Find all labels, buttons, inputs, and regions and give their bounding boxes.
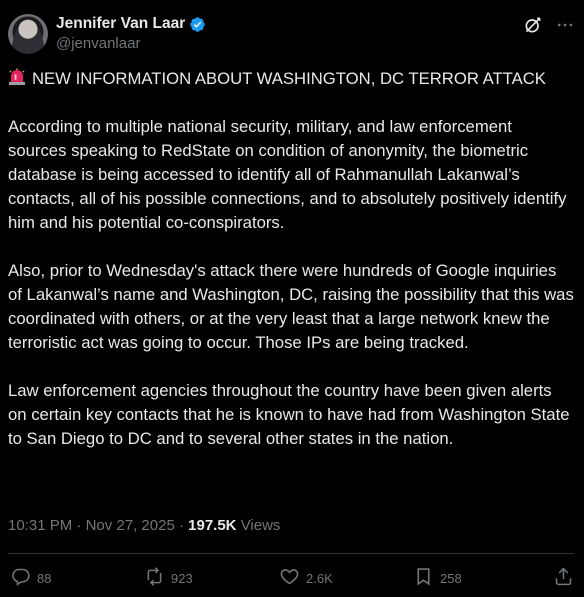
tweet-header: Jennifer Van Laar @jenvanlaar xyxy=(8,10,576,56)
tweet-time[interactable]: 10:31 PM xyxy=(8,517,72,534)
tweet: Jennifer Van Laar @jenvanlaar NEW INFORM… xyxy=(0,0,584,597)
repost-button[interactable]: 923 xyxy=(144,566,193,590)
handle[interactable]: @jenvanlaar xyxy=(56,34,206,54)
views-label: Views xyxy=(240,517,281,534)
reply-button[interactable]: 88 xyxy=(10,566,51,590)
siren-emoji-icon xyxy=(8,68,26,86)
reply-count: 88 xyxy=(37,570,52,586)
repost-count: 923 xyxy=(171,570,193,586)
reply-icon xyxy=(10,566,31,590)
tweet-paragraph: According to multiple national security,… xyxy=(8,117,567,232)
author-info: Jennifer Van Laar @jenvanlaar xyxy=(56,14,206,54)
repost-icon xyxy=(144,566,165,590)
like-count: 2.6K xyxy=(306,570,333,586)
bookmark-icon xyxy=(413,566,434,590)
views-count[interactable]: 197.5K xyxy=(188,517,236,534)
tweet-text: NEW INFORMATION ABOUT WASHINGTON, DC TER… xyxy=(8,67,574,451)
tweet-paragraph: Also, prior to Wednesday's attack there … xyxy=(8,261,574,352)
share-button[interactable] xyxy=(553,566,574,590)
tweet-meta: 10:31 PM · Nov 27, 2025 · 197.5K Views xyxy=(8,516,280,536)
meta-separator: · xyxy=(178,517,184,534)
tweet-headline: NEW INFORMATION ABOUT WASHINGTON, DC TER… xyxy=(8,67,574,91)
name-row: Jennifer Van Laar xyxy=(56,14,206,34)
more-icon[interactable] xyxy=(554,14,576,36)
grok-icon[interactable] xyxy=(522,14,544,36)
like-button[interactable]: 2.6K xyxy=(279,566,333,590)
display-name[interactable]: Jennifer Van Laar xyxy=(56,14,185,34)
like-icon xyxy=(279,566,300,590)
action-bar: 88 923 2.6K 258 xyxy=(8,566,574,590)
avatar[interactable] xyxy=(8,14,48,54)
divider xyxy=(8,553,574,554)
bookmark-button[interactable]: 258 xyxy=(413,566,462,590)
bookmark-count: 258 xyxy=(440,570,462,586)
tweet-date[interactable]: Nov 27, 2025 xyxy=(86,517,175,534)
header-actions xyxy=(522,14,576,36)
verified-badge-icon[interactable] xyxy=(189,16,206,33)
meta-separator: · xyxy=(76,517,82,534)
headline-text: NEW INFORMATION ABOUT WASHINGTON, DC TER… xyxy=(32,69,546,88)
tweet-paragraph: Law enforcement agencies throughout the … xyxy=(8,381,570,448)
share-icon xyxy=(553,566,574,590)
